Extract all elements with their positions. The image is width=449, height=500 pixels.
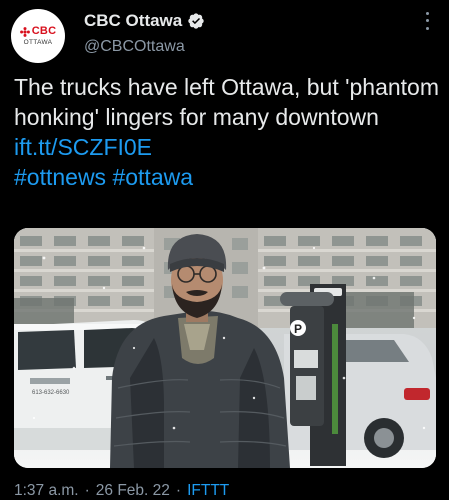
handle[interactable]: @CBCOttawa [84, 37, 185, 57]
tweet-link[interactable]: ift.tt/SCZFI0E [14, 134, 152, 160]
avatar[interactable]: CBC OTTAWA [11, 9, 65, 63]
van-phone-number: 613-632-6630 [32, 390, 70, 396]
avatar-city: OTTAWA [23, 39, 53, 46]
tweet-photo[interactable]: 613-632-6630 P [14, 228, 436, 468]
avatar-brand: CBC [31, 25, 57, 37]
name-row: CBC Ottawa [84, 11, 205, 31]
cbc-logo: CBC [19, 25, 57, 37]
tweet-date[interactable]: 26 Feb. 22 [96, 482, 170, 499]
photo-scene: 613-632-6630 P [14, 228, 436, 468]
hashtag-ottawa[interactable]: #ottawa [112, 164, 193, 190]
van-phone-strip [30, 378, 70, 384]
meta-separator: · [84, 482, 90, 499]
tweet-header: CBC OTTAWA CBC Ottawa @CBCOttawa [0, 0, 449, 70]
tweet-time[interactable]: 1:37 a.m. [14, 482, 79, 499]
meta-separator-2: · [175, 482, 182, 499]
tweet-source[interactable]: IFTTT [187, 482, 229, 499]
tweet-meta: 1:37 a.m. · 26 Feb. 22 · IFTTT [14, 482, 229, 500]
cbc-gem-icon [19, 26, 30, 37]
more-options-icon[interactable] [418, 10, 436, 32]
tweet-text: The trucks have left Ottawa, but 'phanto… [14, 72, 439, 192]
hashtag-ottnews[interactable]: #ottnews [14, 164, 106, 190]
tweet-body: The trucks have left Ottawa, but 'phanto… [14, 74, 439, 130]
parking-sign-letter: P [294, 322, 302, 336]
verified-badge-icon [188, 13, 204, 29]
display-name[interactable]: CBC Ottawa [84, 11, 182, 31]
